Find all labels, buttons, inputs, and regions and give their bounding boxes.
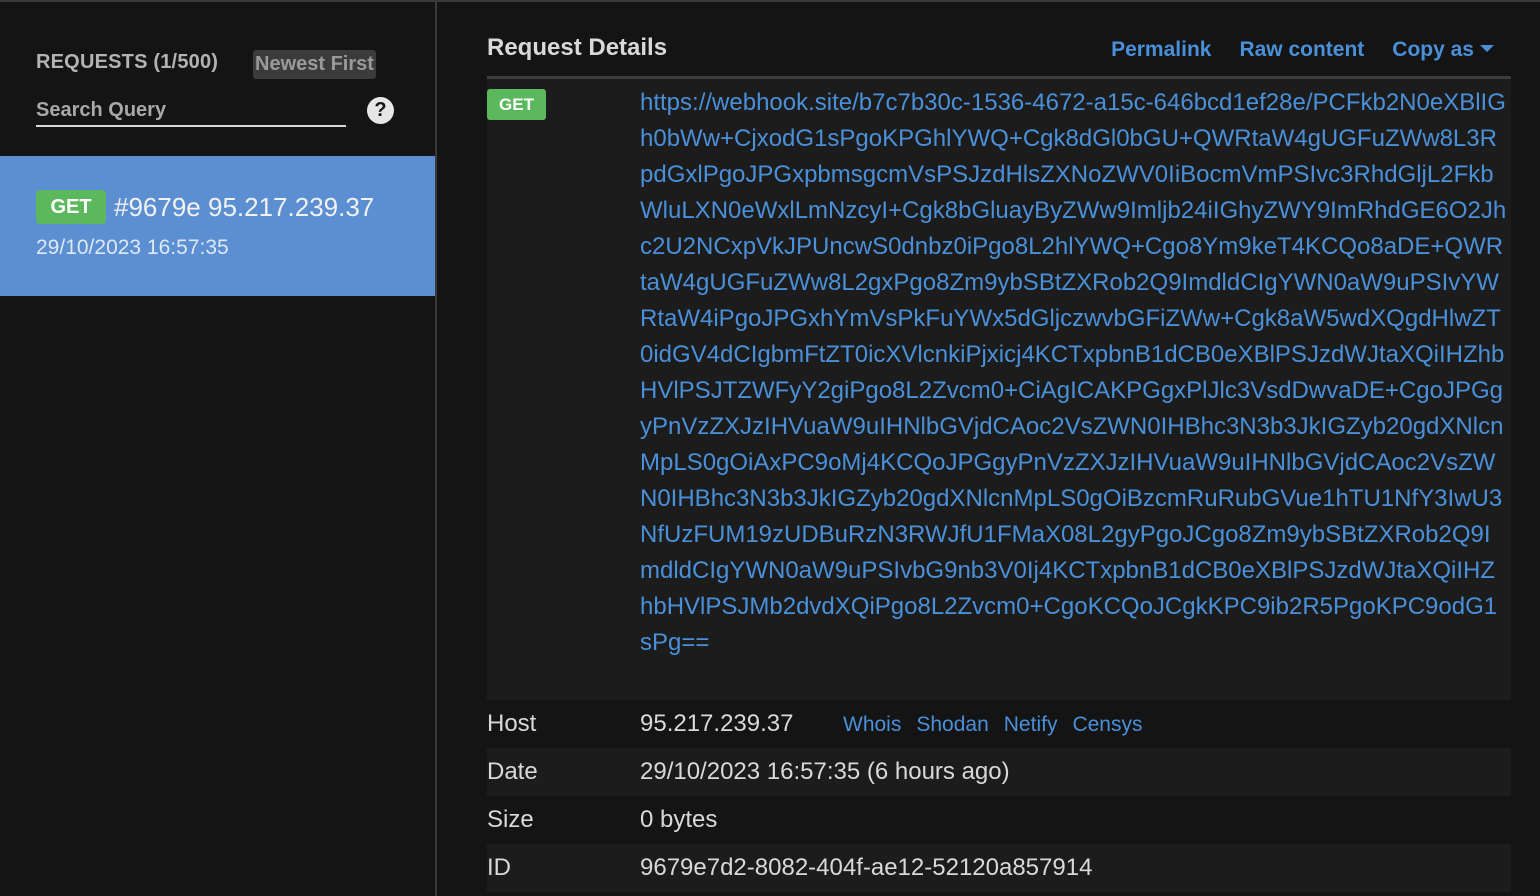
requests-sidebar: REQUESTS (1/500) Newest First ? GET #967… — [0, 2, 435, 896]
request-url-link[interactable]: https://webhook.site/b7c7b30c-1536-4672-… — [640, 85, 1508, 661]
permalink-link[interactable]: Permalink — [1111, 38, 1211, 62]
method-badge: GET — [36, 190, 106, 224]
request-details-panel: Request Details Permalink Raw content Co… — [437, 2, 1540, 896]
id-row: ID 9679e7d2-8082-404f-ae12-52120a857914 — [487, 844, 1511, 892]
question-circle-icon[interactable]: ? — [367, 97, 394, 124]
host-label: Host — [487, 710, 537, 737]
details-actions: Permalink Raw content Copy as — [1083, 38, 1494, 62]
size-value: 0 bytes — [640, 806, 718, 833]
whois-link[interactable]: Whois — [843, 713, 901, 737]
shodan-link[interactable]: Shodan — [916, 713, 988, 737]
host-lookup-links: Whois Shodan Netify Censys — [843, 713, 1157, 737]
host-row: Host 95.217.239.37 Whois Shodan Netify C… — [487, 700, 1511, 748]
request-details-title: Request Details — [487, 34, 668, 61]
request-list-item[interactable]: GET #9679e 95.217.239.37 29/10/2023 16:5… — [0, 156, 435, 296]
sort-order-button[interactable]: Newest First — [253, 50, 376, 79]
request-url-row: GET https://webhook.site/b7c7b30c-1536-4… — [487, 79, 1511, 700]
date-row: Date 29/10/2023 16:57:35 (6 hours ago) — [487, 748, 1511, 796]
search-query-input[interactable] — [36, 95, 346, 127]
size-label: Size — [487, 806, 534, 833]
copy-as-dropdown[interactable]: Copy as — [1392, 38, 1494, 62]
request-timestamp: 29/10/2023 16:57:35 — [36, 236, 229, 259]
copy-as-label: Copy as — [1392, 38, 1474, 61]
method-badge: GET — [487, 89, 546, 120]
id-label: ID — [487, 854, 511, 881]
raw-content-link[interactable]: Raw content — [1239, 38, 1364, 62]
netify-link[interactable]: Netify — [1004, 713, 1058, 737]
date-label: Date — [487, 758, 538, 785]
censys-link[interactable]: Censys — [1072, 713, 1142, 737]
caret-down-icon — [1480, 44, 1494, 52]
id-value: 9679e7d2-8082-404f-ae12-52120a857914 — [640, 854, 1093, 881]
request-id-ip: #9679e 95.217.239.37 — [114, 192, 375, 222]
date-value: 29/10/2023 16:57:35 (6 hours ago) — [640, 758, 1010, 785]
requests-count-title: REQUESTS (1/500) — [36, 51, 219, 73]
host-value: 95.217.239.37 — [640, 710, 794, 737]
size-row: Size 0 bytes — [487, 796, 1511, 844]
